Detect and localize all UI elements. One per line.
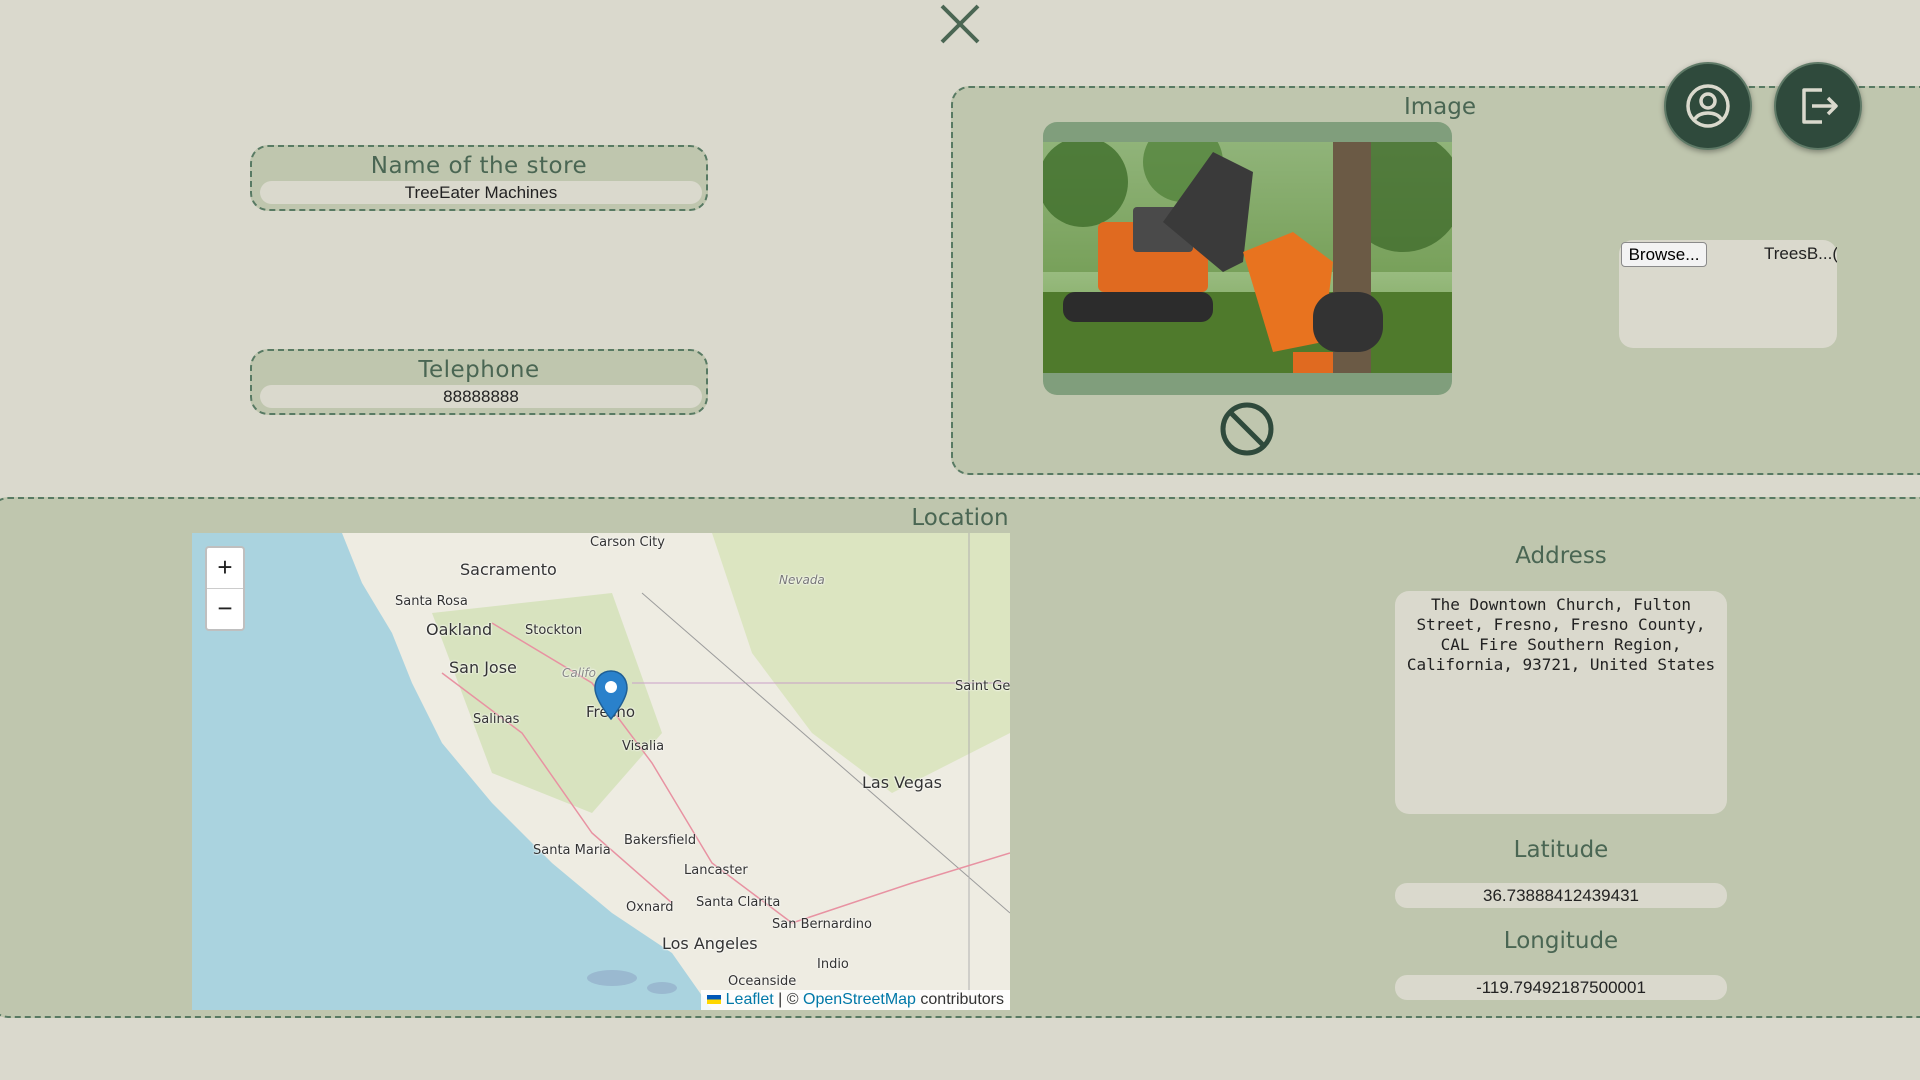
- map-label: Carson City: [590, 535, 665, 550]
- longitude-input[interactable]: [1395, 975, 1727, 1000]
- map-label: Stockton: [525, 623, 583, 638]
- map-label: Sacramento: [460, 560, 557, 579]
- map-label: Bakersfield: [624, 833, 697, 848]
- zoom-in-button[interactable]: +: [207, 548, 243, 589]
- browse-button[interactable]: Browse...: [1621, 242, 1707, 267]
- map-tiles: [192, 533, 1010, 1010]
- latitude-label: Latitude: [1513, 837, 1609, 863]
- map-attribution: Leaflet | © OpenStreetMap contributors: [701, 990, 1010, 1010]
- osm-link[interactable]: OpenStreetMap: [803, 991, 916, 1008]
- telephone-label: Telephone: [418, 357, 540, 383]
- map-label: Oakland: [426, 620, 493, 639]
- logout-button[interactable]: [1774, 62, 1862, 150]
- telephone-field-group: Telephone: [250, 349, 708, 415]
- map-label: Santa Maria: [533, 843, 611, 858]
- longitude-label: Longitude: [1503, 928, 1619, 954]
- no-entry-icon: [1220, 402, 1274, 456]
- selected-file-name: TreesB...(: [1764, 244, 1837, 263]
- remove-image-button[interactable]: [1219, 401, 1275, 457]
- attribution-separator: | ©: [778, 991, 799, 1008]
- logout-icon: [1802, 88, 1838, 124]
- map-label: Santa Rosa: [395, 594, 468, 609]
- store-name-field-group: Name of the store: [250, 145, 708, 211]
- map-label: Salinas: [473, 712, 520, 727]
- location-title: Location: [911, 505, 1009, 531]
- ukraine-flag-icon: [707, 995, 722, 1005]
- map-label: Oceanside: [728, 974, 797, 989]
- telephone-input[interactable]: [260, 385, 702, 408]
- map-label: Nevada: [779, 573, 825, 587]
- map-label: Lancaster: [684, 863, 748, 878]
- leaflet-link[interactable]: Leaflet: [726, 991, 774, 1008]
- map-label: Visalia: [622, 739, 665, 754]
- map-label: Califo: [562, 666, 596, 680]
- zoom-control: + −: [205, 546, 245, 631]
- address-label: Address: [1515, 543, 1607, 569]
- attribution-contributors: contributors: [920, 991, 1004, 1008]
- map-label: San Jose: [449, 658, 517, 677]
- store-name-label: Name of the store: [370, 153, 588, 179]
- map[interactable]: Carson City Sacramento Nevada Santa Rosa…: [192, 533, 1010, 1010]
- close-button[interactable]: [936, 0, 984, 48]
- user-circle-icon: [1686, 84, 1730, 128]
- image-title: Image: [1403, 94, 1477, 120]
- latitude-input[interactable]: [1395, 883, 1727, 908]
- map-label: Indio: [817, 957, 849, 972]
- address-textarea[interactable]: The Downtown Church, Fulton Street, Fres…: [1395, 591, 1727, 814]
- store-name-input[interactable]: [260, 181, 702, 204]
- store-photo: [1043, 142, 1452, 373]
- map-label: Saint Ge: [955, 679, 1010, 694]
- zoom-out-button[interactable]: −: [207, 589, 243, 629]
- profile-button[interactable]: [1664, 62, 1752, 150]
- map-label: San Bernardino: [772, 917, 873, 932]
- close-icon: [940, 4, 980, 44]
- map-marker-icon[interactable]: [593, 669, 629, 725]
- map-label: Santa Clarita: [696, 895, 781, 910]
- map-label: Oxnard: [626, 900, 674, 915]
- map-label: Los Angeles: [662, 934, 758, 953]
- map-label: Las Vegas: [862, 773, 942, 792]
